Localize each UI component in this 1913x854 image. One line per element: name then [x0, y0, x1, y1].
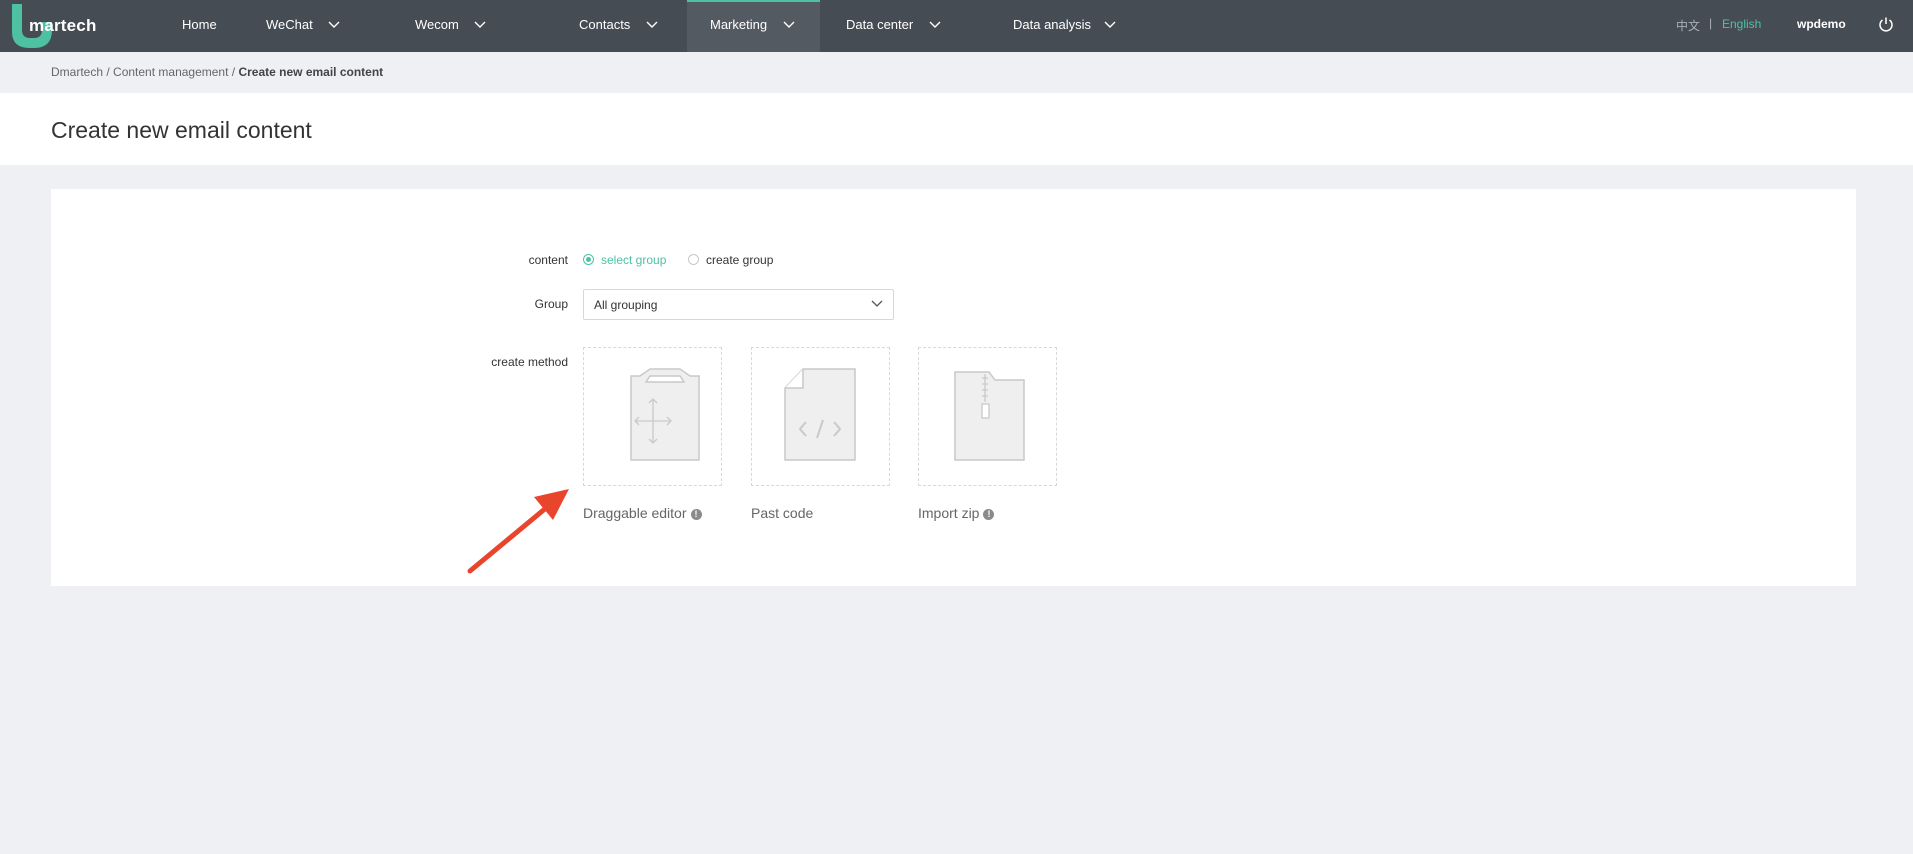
nav-home[interactable]: Home	[182, 0, 217, 52]
nav-wechat[interactable]: WeChat	[266, 0, 346, 52]
draggable-editor-option[interactable]	[583, 347, 722, 486]
info-icon[interactable]: !	[983, 509, 995, 520]
import-zip-label-row: Import zip!	[918, 505, 995, 521]
nav-contacts[interactable]: Contacts	[579, 0, 664, 52]
create-method-label: create method	[491, 355, 568, 369]
nav-wecom-label: Wecom	[415, 17, 459, 32]
draggable-editor-label: Draggable editor	[583, 505, 687, 521]
draggable-editor-icon	[630, 368, 700, 461]
power-icon	[1879, 17, 1893, 32]
chevron-down-icon	[474, 21, 486, 28]
radio-dot	[583, 254, 594, 265]
lang-chinese-link[interactable]: 中文	[1676, 17, 1700, 34]
import-zip-option[interactable]	[918, 347, 1057, 486]
radio-select-group-label: select group	[601, 253, 667, 267]
breadcrumb-current: Create new email content	[238, 65, 384, 79]
past-code-option[interactable]	[751, 347, 890, 486]
group-label: Group	[534, 297, 568, 311]
nav-home-label: Home	[182, 17, 217, 32]
dmartech-logo[interactable]: martech	[12, 2, 102, 48]
lang-english-link[interactable]: English	[1722, 17, 1761, 31]
page-title: Create new email content	[51, 117, 312, 143]
zip-file-icon	[954, 371, 1025, 461]
code-file-icon	[784, 368, 856, 461]
logout-button[interactable]	[1878, 16, 1894, 37]
past-code-label-row: Past code	[751, 505, 813, 521]
nav-wechat-label: WeChat	[266, 17, 313, 32]
breadcrumb-root[interactable]: Dmartech	[51, 65, 103, 79]
nav-marketing-label: Marketing	[710, 17, 768, 32]
lang-separator: |	[1709, 16, 1713, 30]
breadcrumb-separator: /	[103, 65, 114, 79]
breadcrumb-separator: /	[228, 65, 239, 79]
content-label: content	[528, 253, 568, 267]
info-icon[interactable]: !	[690, 509, 702, 520]
chevron-down-icon	[1104, 21, 1116, 28]
group-select[interactable]: All grouping	[583, 289, 894, 320]
chevron-down-icon	[783, 21, 795, 28]
group-select-value: All grouping	[594, 298, 658, 312]
draggable-editor-label-row: Draggable editor!	[583, 505, 702, 521]
chevron-down-icon	[871, 300, 883, 307]
breadcrumb: Dmartech / Content management / Create n…	[51, 65, 383, 79]
logo-text: martech	[29, 16, 97, 35]
breadcrumb-section[interactable]: Content management	[113, 65, 228, 79]
chevron-down-icon	[929, 21, 941, 28]
chevron-down-icon	[328, 21, 340, 28]
nav-data-center-label: Data center	[846, 17, 914, 32]
nav-marketing[interactable]: Marketing	[687, 0, 820, 52]
chevron-down-icon	[646, 21, 658, 28]
nav-wecom[interactable]: Wecom	[415, 0, 495, 52]
import-zip-label: Import zip	[918, 505, 980, 521]
radio-dot	[688, 254, 699, 265]
nav-contacts-label: Contacts	[579, 17, 631, 32]
radio-create-group-label: create group	[706, 253, 774, 267]
nav-data-center[interactable]: Data center	[846, 0, 946, 52]
past-code-label: Past code	[751, 505, 814, 521]
nav-data-analysis[interactable]: Data analysis	[1013, 0, 1123, 52]
nav-data-analysis-label: Data analysis	[1013, 17, 1092, 32]
user-name[interactable]: wpdemo	[1797, 17, 1846, 31]
top-nav-bar: martech Home WeChat Wecom Contacts Marke…	[0, 0, 1913, 52]
